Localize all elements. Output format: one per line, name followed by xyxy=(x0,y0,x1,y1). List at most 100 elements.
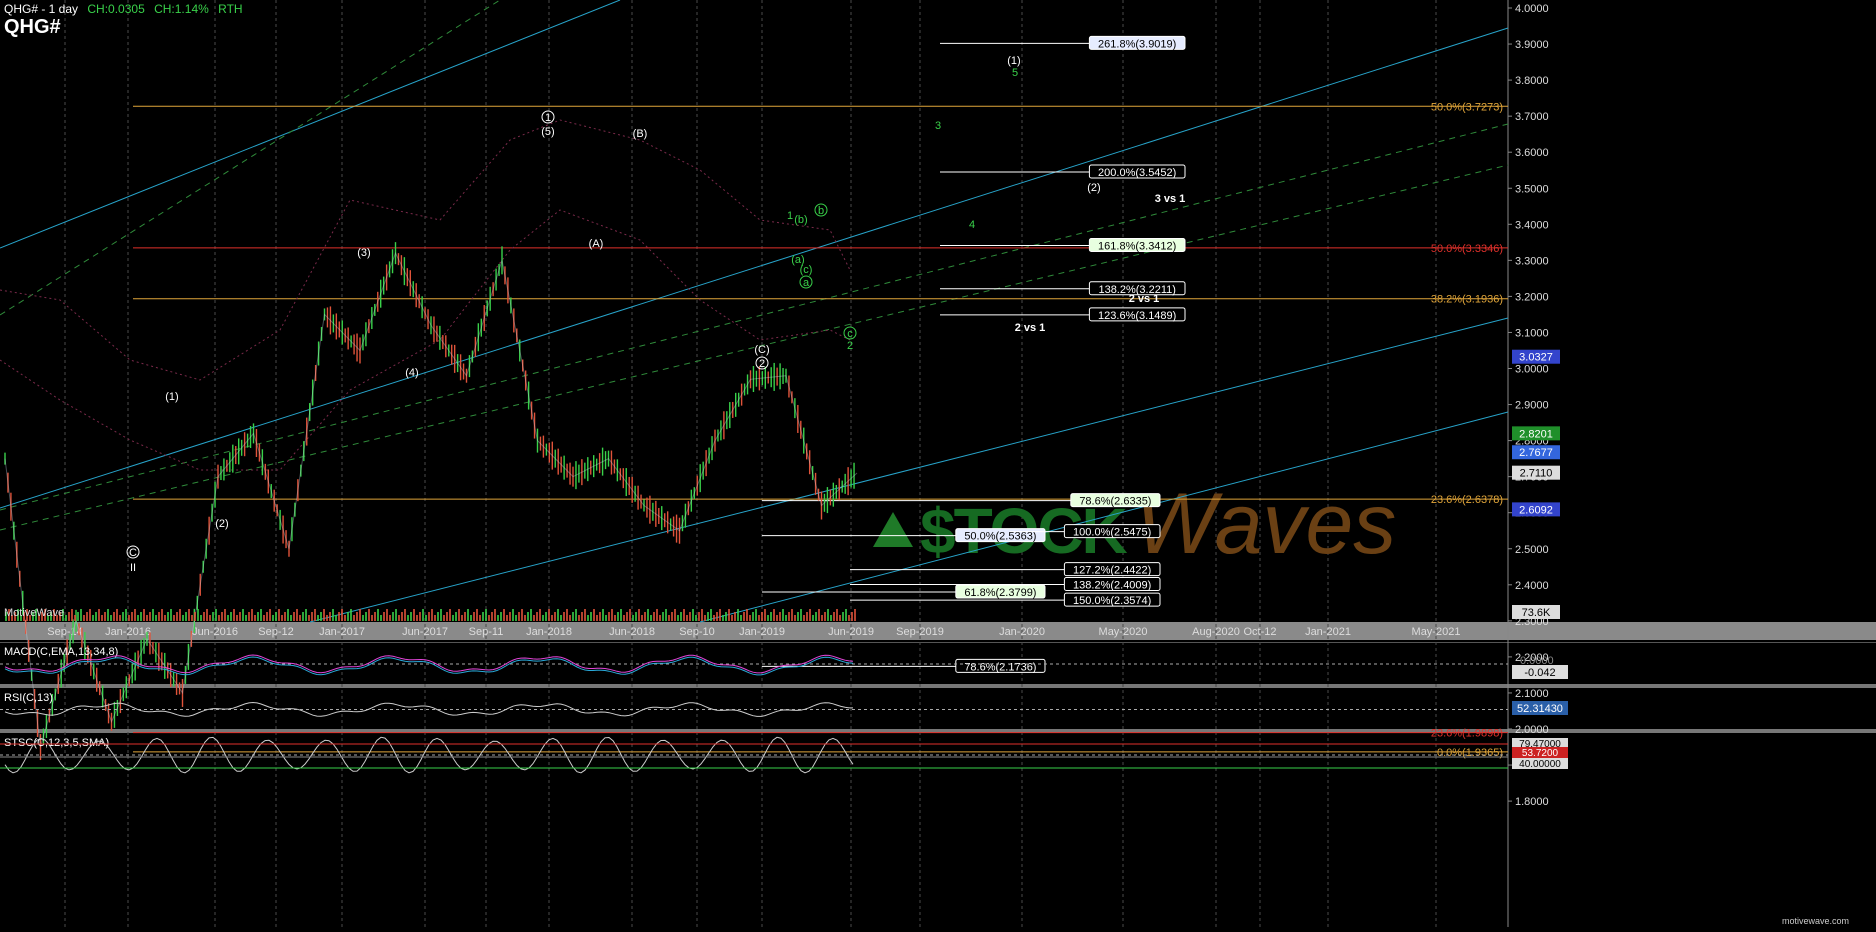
volume-bar xyxy=(641,615,643,621)
volume-bar xyxy=(809,609,811,621)
change-abs: CH:0.0305 xyxy=(87,2,145,16)
volume-bar xyxy=(500,612,502,621)
volume-bar xyxy=(323,609,325,621)
volume-bar xyxy=(80,609,82,621)
volume-bar xyxy=(680,612,682,621)
volume-bar xyxy=(449,609,451,621)
volume-bar xyxy=(104,612,106,621)
volume-bar xyxy=(275,612,277,621)
volume-bar xyxy=(605,615,607,621)
x-tick-label: Sep-12 xyxy=(258,626,293,638)
volume-bar xyxy=(248,612,250,621)
volume-bar xyxy=(233,609,235,621)
volume-bar xyxy=(803,615,805,621)
volume-bar xyxy=(623,615,625,621)
x-tick-label: Jan-2019 xyxy=(739,626,785,638)
volume-bar xyxy=(164,615,166,621)
y-tick-label: 3.7000 xyxy=(1515,111,1549,123)
volume-bar xyxy=(689,612,691,621)
volume-bar xyxy=(314,609,316,621)
volume-bar xyxy=(614,615,616,621)
fib-retracement-label: 50.0%(3.3346) xyxy=(1431,243,1503,255)
volume-bar xyxy=(344,615,346,621)
volume-bar xyxy=(659,615,661,621)
volume-bar xyxy=(419,612,421,621)
volume-bar xyxy=(686,615,688,621)
volume-bar xyxy=(533,615,535,621)
volume-bar xyxy=(353,615,355,621)
volume-bar xyxy=(761,612,763,621)
fib-extension-label: 100.0%(2.5475) xyxy=(1073,527,1151,539)
panel-separator xyxy=(0,684,1876,688)
volume-bar xyxy=(482,612,484,621)
volume-bar xyxy=(512,609,514,621)
chart-canvas[interactable]: Sep-14 Jan-2016 Jun-2016 Sep-12 Jan-2017 Jun-… xyxy=(0,0,1876,927)
volume-bar xyxy=(608,612,610,621)
volume-bar xyxy=(566,609,568,621)
volume-bar xyxy=(113,612,115,621)
volume-bar xyxy=(116,609,118,621)
volume-bar xyxy=(530,609,532,621)
volume-bar xyxy=(197,609,199,621)
volume-bar xyxy=(578,615,580,621)
volume-bar xyxy=(107,609,109,621)
volume-bar xyxy=(785,615,787,621)
fib-extension-label: 127.2%(2.4422) xyxy=(1073,565,1151,577)
wave-label: (1) xyxy=(165,391,178,403)
fib-extension-label: 50.0%(2.5363) xyxy=(964,531,1036,543)
volume-bar xyxy=(569,615,571,621)
volume-bar xyxy=(212,612,214,621)
footer-branding: motivewave.com xyxy=(1782,916,1849,926)
x-tick-label: Sep-10 xyxy=(679,626,714,638)
volume-bar xyxy=(839,615,841,621)
volume-bar xyxy=(368,609,370,621)
indicator-value-label: -0.042 xyxy=(1524,667,1555,679)
volume-bar xyxy=(707,612,709,621)
volume-bar xyxy=(515,615,517,621)
wave-label: 2 xyxy=(759,358,765,370)
volume-bar xyxy=(572,612,574,621)
volume-bar xyxy=(851,612,853,621)
wave-label: 2 xyxy=(847,340,853,352)
fib-extension-label: 61.8%(2.3799) xyxy=(964,587,1036,599)
volume-bar xyxy=(503,609,505,621)
volume-bar xyxy=(791,609,793,621)
volume-bar xyxy=(395,609,397,621)
volume-bar xyxy=(497,615,499,621)
watermark-waves-text: Waves xyxy=(1135,476,1396,572)
motivewave-branding: MotiveWave xyxy=(4,607,64,619)
volume-bar xyxy=(245,615,247,621)
volume-bar xyxy=(260,609,262,621)
volume-bar xyxy=(833,612,835,621)
volume-bar xyxy=(77,612,79,621)
x-tick-label: Jun-2017 xyxy=(402,626,448,638)
volume-bar xyxy=(527,612,529,621)
volume-bar xyxy=(554,612,556,621)
volume-bar xyxy=(491,612,493,621)
y-tick-label: 3.6000 xyxy=(1515,147,1549,159)
fib-extension-label: 150.0%(2.3574) xyxy=(1073,595,1151,607)
volume-bar xyxy=(443,615,445,621)
x-tick-label: Aug-2020 xyxy=(1192,626,1240,638)
volume-bar xyxy=(725,612,727,621)
volume-bar xyxy=(92,615,94,621)
volume-bar xyxy=(596,615,598,621)
volume-bar xyxy=(473,612,475,621)
volume-bar xyxy=(407,615,409,621)
y-tick-label: 3.2000 xyxy=(1515,291,1549,303)
volume-bar xyxy=(431,609,433,621)
volume-bar xyxy=(848,615,850,621)
volume-bar xyxy=(818,609,820,621)
volume-bar xyxy=(200,615,202,621)
fib-extension-label: 161.8%(3.3412) xyxy=(1098,240,1176,252)
price-label: 3.0327 xyxy=(1519,352,1553,364)
session-label: RTH xyxy=(218,2,243,16)
volume-bar xyxy=(617,612,619,621)
wave-label: C xyxy=(129,547,137,559)
y-tick-label: 4.0000 xyxy=(1515,3,1549,15)
wave-label: (c) xyxy=(800,264,813,276)
volume-bar xyxy=(299,615,301,621)
fib-extension-label: 78.6%(2.6335) xyxy=(1079,496,1151,508)
wave-label: (C) xyxy=(754,344,769,356)
volume-bar xyxy=(752,612,754,621)
